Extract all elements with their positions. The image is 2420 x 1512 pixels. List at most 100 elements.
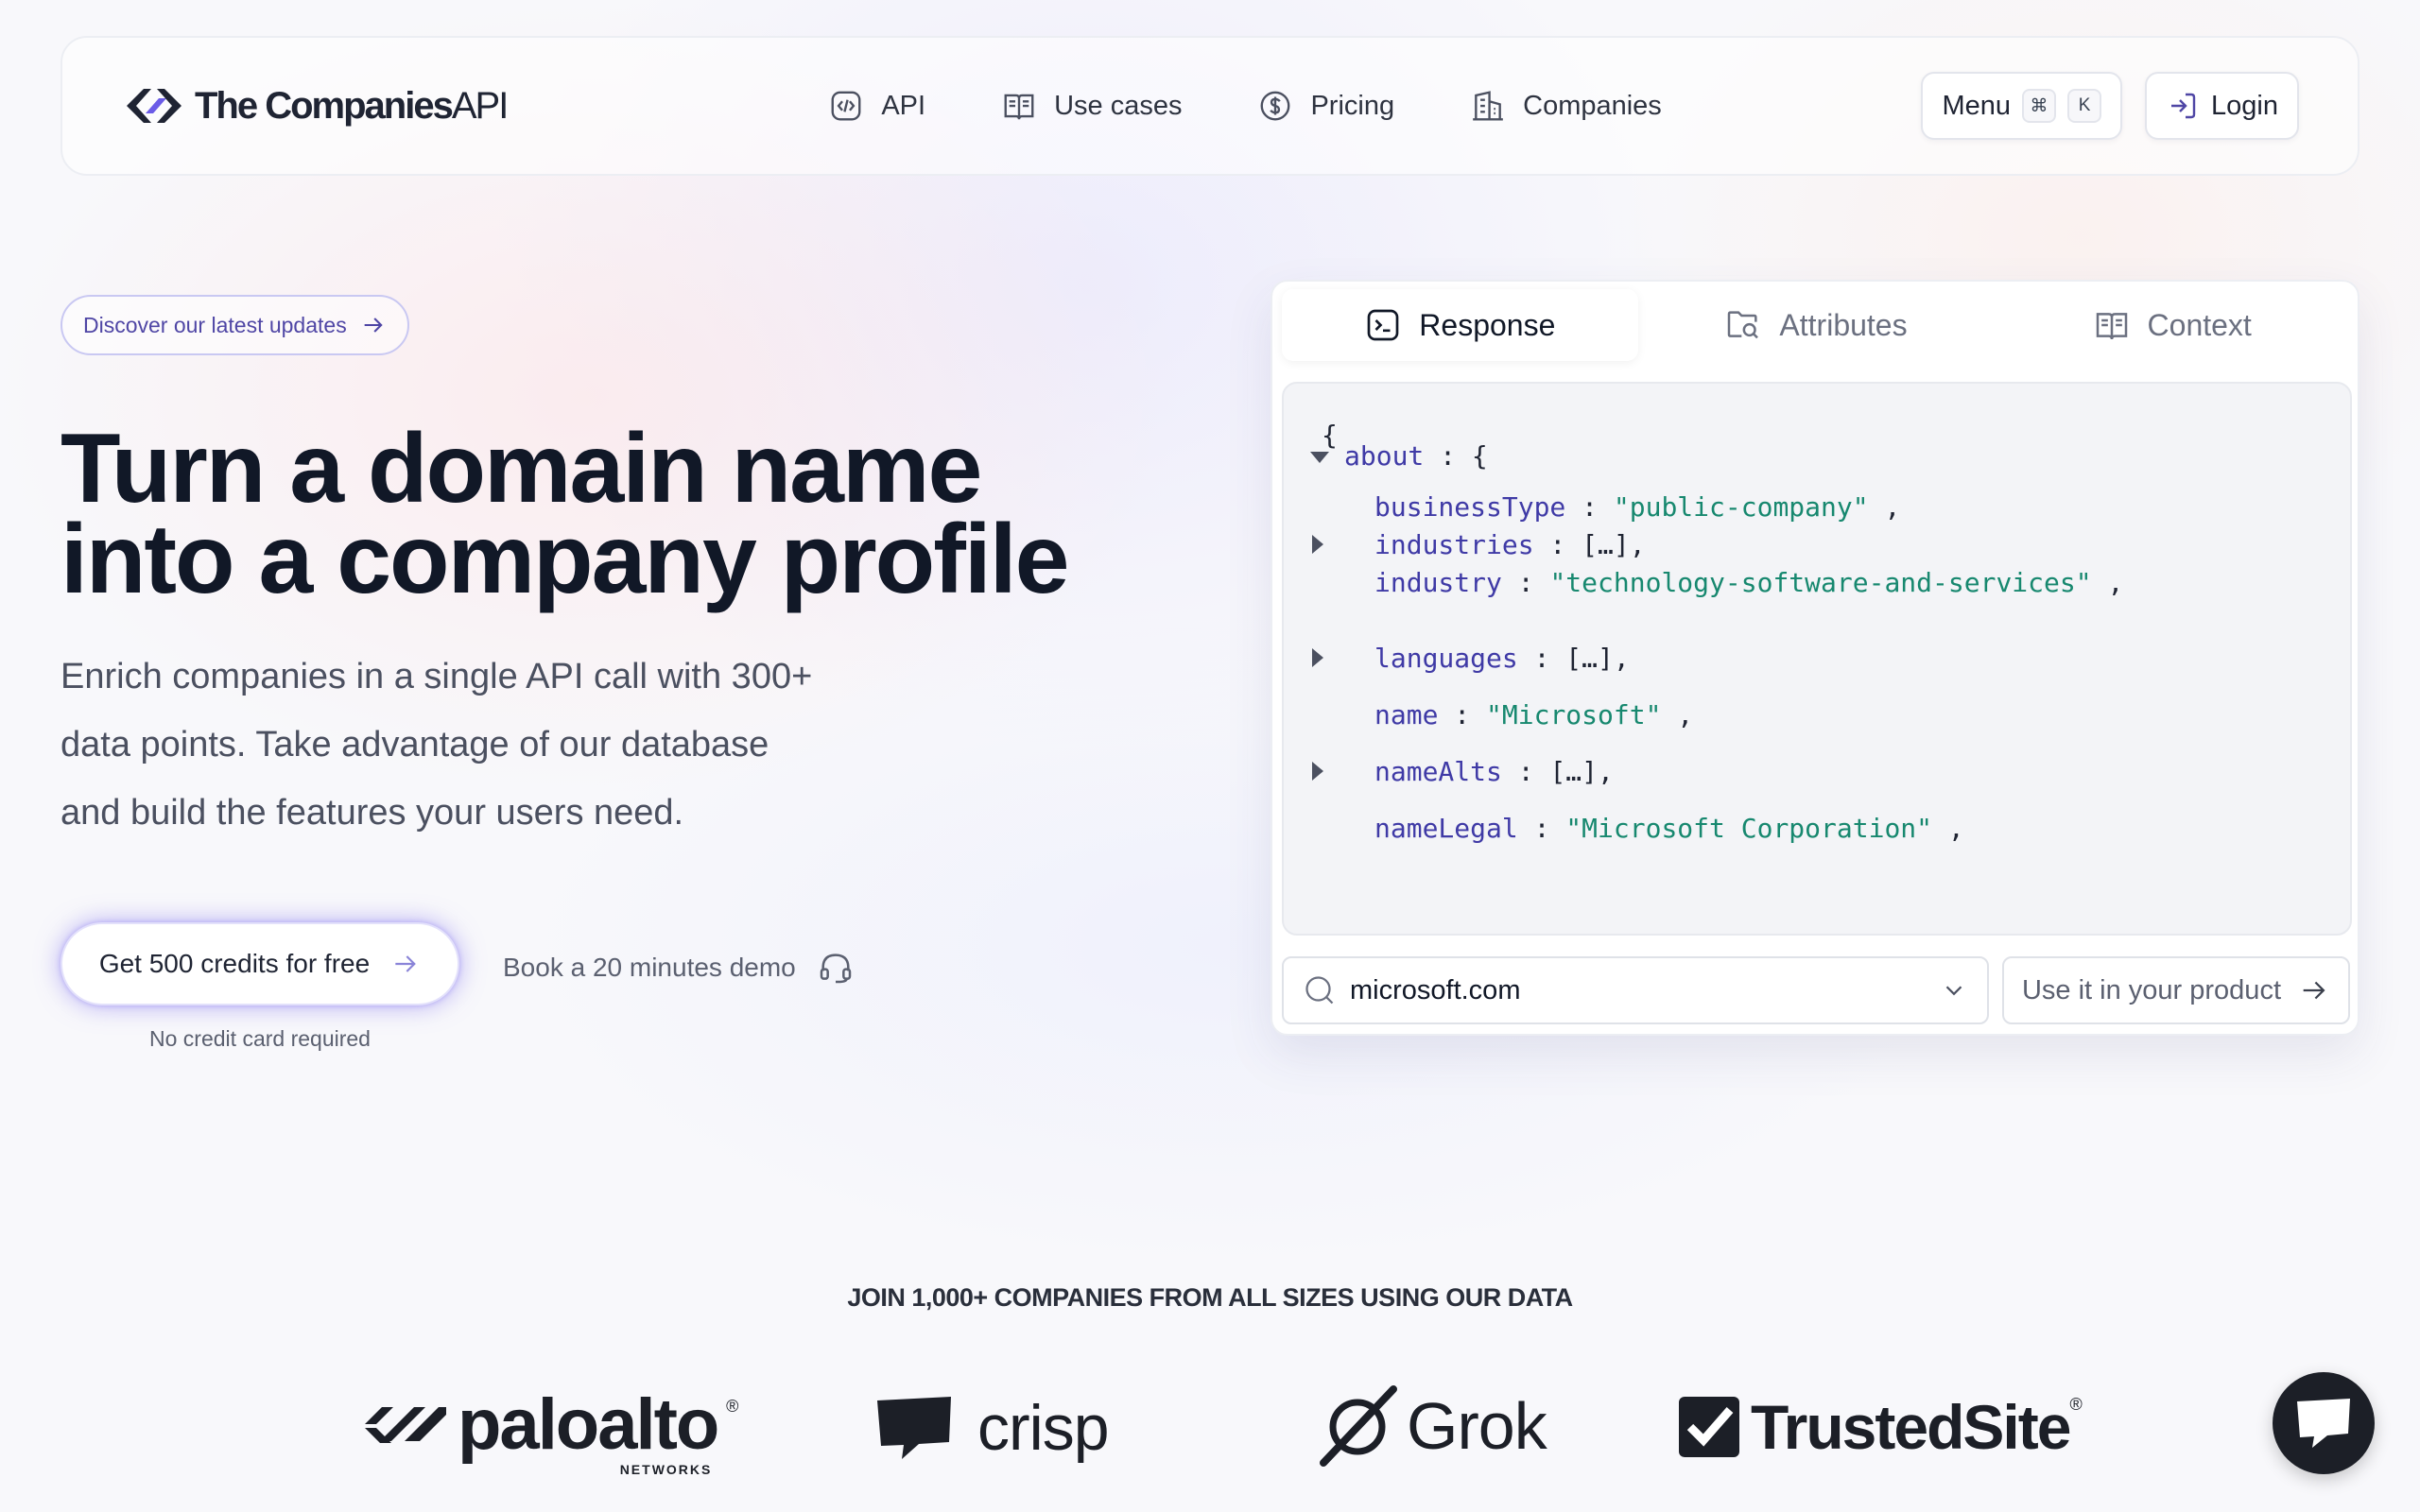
json-value: "Microsoft Corporation" <box>1565 812 1933 844</box>
chat-icon <box>2297 1399 2350 1448</box>
panel-tabs: Response Attributes Context <box>1282 289 2350 361</box>
nav-link-label: API <box>881 90 926 121</box>
headline-line-2: into a company profile <box>60 505 1069 614</box>
logo-name: Grok <box>1407 1389 1547 1463</box>
nav-link-api[interactable]: API <box>828 88 925 124</box>
nav-link-companies[interactable]: Companies <box>1470 88 1662 124</box>
terminal-icon <box>1367 309 1399 341</box>
dollar-icon <box>1261 91 1290 121</box>
description-line-2: data points. Take advantage of our datab… <box>60 725 769 765</box>
use-button-label: Use it in your product <box>2021 974 2281 1005</box>
login-button[interactable]: Login <box>2145 72 2299 140</box>
json-key: nameAlts <box>1374 755 1502 787</box>
json-suffix: , <box>2091 566 2124 598</box>
expand-languages-toggle[interactable] <box>1312 648 1323 667</box>
json-line-businesstype: businessType : "public-company" , <box>1374 490 1901 523</box>
expand-namealts-toggle[interactable] <box>1312 762 1323 781</box>
nav-link-label: Pricing <box>1310 90 1395 121</box>
domain-select[interactable]: microsoft.com <box>1282 956 1989 1024</box>
book-icon <box>1004 94 1034 120</box>
nav-link-use-cases[interactable]: Use cases <box>1001 88 1182 124</box>
brand-name-bold: The Companies <box>195 84 454 127</box>
social-proof-heading: JOIN 1,000+ COMPANIES FROM ALL SIZES USI… <box>847 1283 1573 1312</box>
get-credits-button[interactable]: Get 500 credits for free <box>60 922 459 1005</box>
use-in-product-button[interactable]: Use it in your product <box>2002 956 2350 1024</box>
update-pill-label: Discover our latest updates <box>83 312 347 337</box>
logo-name: paloalto <box>458 1384 719 1465</box>
page-title: Turn a domain name into a company profil… <box>60 414 1148 614</box>
arrow-right-icon <box>364 318 383 333</box>
json-value: […], <box>1549 755 1614 787</box>
trustedsite-logo: TrustedSite ® <box>1677 1391 2083 1463</box>
registered-mark: ® <box>726 1397 739 1416</box>
nav-link-pricing[interactable]: Pricing <box>1257 88 1394 124</box>
nav-links: API Use cases Pricing Companies <box>828 88 1662 124</box>
latest-updates-link[interactable]: Discover our latest updates <box>60 295 409 355</box>
login-icon <box>2171 93 2196 119</box>
hero-description: Enrich companies in a single API call wi… <box>60 643 892 847</box>
crisp-bubble-icon <box>877 1397 951 1459</box>
paloalto-logo: paloalto ® NETWORKS <box>361 1383 738 1477</box>
menu-label: Menu <box>1942 90 2012 121</box>
tab-response[interactable]: Response <box>1282 289 1638 361</box>
paloalto-mark-icon <box>365 1406 446 1443</box>
logo-name: crisp <box>977 1392 1110 1464</box>
json-value: "public-company" <box>1613 490 1869 523</box>
folder-search-icon <box>1728 311 1759 339</box>
json-key: languages <box>1374 642 1518 674</box>
crisp-logo: crisp <box>873 1391 1110 1465</box>
json-suffix: , <box>1868 490 1901 523</box>
headline-line-1: Turn a domain name <box>60 414 982 524</box>
domain-value: microsoft.com <box>1350 974 1521 1005</box>
search-icon <box>1305 976 1334 1005</box>
book-demo-link[interactable]: Book a 20 minutes demo <box>503 949 855 987</box>
json-key: name <box>1374 698 1439 730</box>
checkmark-icon <box>1679 1397 1739 1457</box>
json-value: "Microsoft" <box>1486 698 1662 730</box>
no-credit-card-note: No credit card required <box>149 1026 371 1051</box>
grok-mark-icon <box>1320 1385 1397 1467</box>
expand-industries-toggle[interactable] <box>1312 535 1323 554</box>
grok-logo: Grok <box>1318 1385 1547 1467</box>
json-key: nameLegal <box>1374 812 1518 844</box>
nav-link-label: Use cases <box>1054 90 1183 121</box>
json-suffix: , <box>1661 698 1694 730</box>
json-line-namealts: nameAlts : […], <box>1374 755 1614 787</box>
json-suffix: , <box>1932 812 1964 844</box>
tab-attributes[interactable]: Attributes <box>1638 289 1995 361</box>
json-key: businessType <box>1374 490 1566 523</box>
cta-label: Get 500 credits for free <box>98 949 371 978</box>
logo-subtext: NETWORKS <box>619 1462 713 1477</box>
code-icon <box>831 91 861 121</box>
chevron-down-icon <box>1945 986 1962 996</box>
demo-label: Book a 20 minutes demo <box>503 953 796 982</box>
json-line-namelegal: nameLegal : "Microsoft Corporation" , <box>1374 812 1964 844</box>
brand-name: The CompaniesAPI <box>195 84 509 128</box>
description-line-3: and build the features your users need. <box>60 793 684 833</box>
top-navbar: The CompaniesAPI API Use cases Pricing C… <box>60 36 2360 176</box>
building-icon <box>1473 91 1503 121</box>
menu-button[interactable]: Menu ⌘ K <box>1921 72 2123 140</box>
nav-link-label: Companies <box>1523 90 1662 121</box>
description-line-1: Enrich companies in a single API call wi… <box>60 657 813 696</box>
json-response-viewer: { about : { businessType : "public-compa… <box>1282 382 2352 936</box>
json-value: […], <box>1582 528 1646 560</box>
json-key: industries <box>1374 528 1534 560</box>
kbd-k: K <box>2067 89 2102 123</box>
api-demo-panel: Response Attributes Context { about : { … <box>1270 280 2360 1036</box>
json-about-line: about : { <box>1344 437 1488 474</box>
chat-widget-button[interactable] <box>2273 1372 2375 1474</box>
tab-label: Attributes <box>1779 307 1908 342</box>
arrow-right-icon <box>2303 981 2325 1000</box>
tab-label: Response <box>1419 307 1556 342</box>
brand-logo[interactable]: The CompaniesAPI <box>123 84 509 128</box>
login-label: Login <box>2211 90 2278 121</box>
logo-icon <box>123 85 185 127</box>
json-separator: : { <box>1424 439 1488 472</box>
book-icon <box>2096 313 2127 340</box>
collapse-about-toggle[interactable] <box>1310 452 1329 463</box>
tab-context[interactable]: Context <box>1994 289 2350 361</box>
json-line-industry: industry : "technology-software-and-serv… <box>1374 566 2124 598</box>
json-open-brace: { <box>1322 419 1338 451</box>
arrow-right-icon <box>395 955 417 972</box>
